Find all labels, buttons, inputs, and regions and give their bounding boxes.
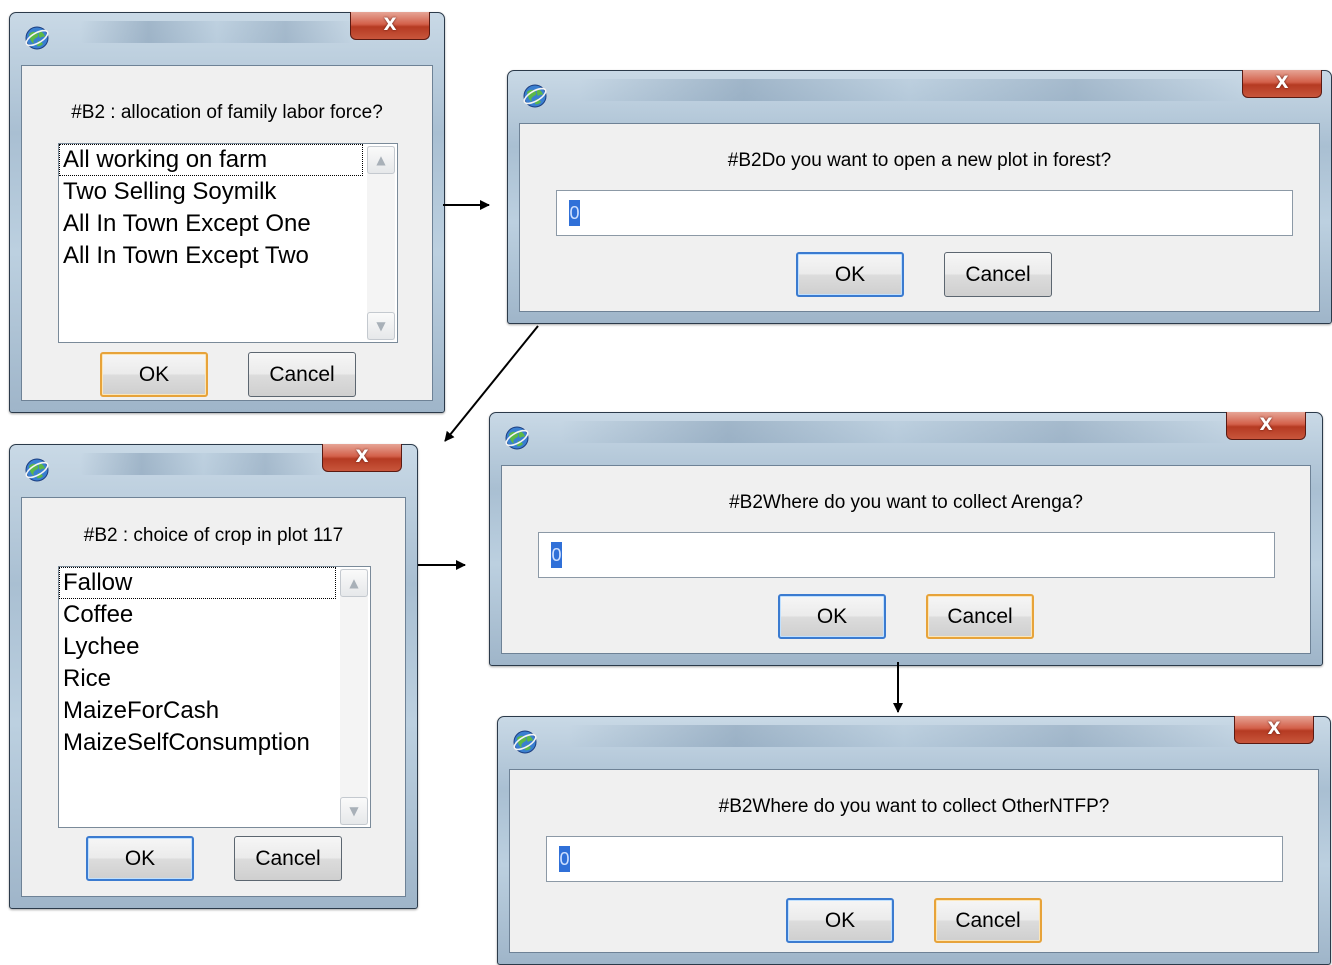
chevron-down-icon[interactable]: ▼ <box>367 312 395 340</box>
cancel-button[interactable]: Cancel <box>926 594 1034 639</box>
forest-dialog: X #B2Do you want to open a new plot in f… <box>507 70 1332 324</box>
dialog-body: #B2Do you want to open a new plot in for… <box>519 123 1320 312</box>
close-icon: X <box>355 447 369 467</box>
close-button[interactable]: X <box>350 12 430 40</box>
close-icon: X <box>1259 415 1273 435</box>
dialog-prompt: #B2Where do you want to collect OtherNTF… <box>718 796 1110 817</box>
close-icon: X <box>1267 719 1281 739</box>
dialog-body: #B2Where do you want to collect OtherNTF… <box>509 769 1319 953</box>
selected-value: 0 <box>559 846 570 872</box>
dialog-prompt: #B2Where do you want to collect Arenga? <box>729 492 1083 513</box>
list-item[interactable]: All In Town Except One <box>59 208 397 240</box>
cancel-button[interactable]: Cancel <box>944 252 1052 297</box>
ok-button[interactable]: OK <box>786 898 894 943</box>
list-item[interactable]: MaizeForCash <box>59 695 370 727</box>
list-item[interactable]: Fallow <box>59 567 336 599</box>
answer-input[interactable]: 0 <box>546 836 1283 882</box>
ntfp-dialog: X #B2Where do you want to collect OtherN… <box>497 716 1331 965</box>
dialog-body: #B2Where do you want to collect Arenga? … <box>501 465 1311 654</box>
ok-button[interactable]: OK <box>86 836 194 881</box>
globe-app-icon <box>24 458 50 482</box>
scrollbar[interactable]: ▲ ▼ <box>340 569 368 825</box>
answer-input[interactable]: 0 <box>538 532 1275 578</box>
chevron-up-icon[interactable]: ▲ <box>367 146 395 174</box>
globe-app-icon <box>504 426 530 450</box>
chevron-up-icon[interactable]: ▲ <box>340 569 368 597</box>
scrollbar[interactable]: ▲ ▼ <box>367 146 395 340</box>
ok-button[interactable]: OK <box>778 594 886 639</box>
list-item[interactable]: All In Town Except Two <box>59 240 397 272</box>
close-button[interactable]: X <box>1226 412 1306 440</box>
selected-value: 0 <box>551 542 562 568</box>
cancel-button[interactable]: Cancel <box>248 352 356 397</box>
close-button[interactable]: X <box>322 444 402 472</box>
globe-app-icon <box>522 84 548 108</box>
ok-button[interactable]: OK <box>796 252 904 297</box>
close-icon: X <box>1275 73 1289 93</box>
crop-listbox[interactable]: Fallow Coffee Lychee Rice MaizeForCash M… <box>58 566 371 828</box>
list-item[interactable]: Two Selling Soymilk <box>59 176 397 208</box>
globe-app-icon <box>24 26 50 50</box>
close-button[interactable]: X <box>1242 70 1322 98</box>
cancel-button[interactable]: Cancel <box>934 898 1042 943</box>
dialog-body: #B2 : choice of crop in plot 117 Fallow … <box>21 497 406 897</box>
list-item[interactable]: MaizeSelfConsumption <box>59 727 370 759</box>
dialog-prompt: #B2Do you want to open a new plot in for… <box>727 150 1112 171</box>
globe-app-icon <box>512 730 538 754</box>
close-icon: X <box>383 15 397 35</box>
chevron-down-icon[interactable]: ▼ <box>340 797 368 825</box>
arenga-dialog: X #B2Where do you want to collect Arenga… <box>489 412 1323 666</box>
dialog-prompt: #B2 : choice of crop in plot 117 <box>83 525 344 546</box>
cancel-button[interactable]: Cancel <box>234 836 342 881</box>
close-button[interactable]: X <box>1234 716 1314 744</box>
list-item[interactable]: All working on farm <box>59 144 363 176</box>
list-item[interactable]: Lychee <box>59 631 370 663</box>
labor-dialog: X #B2 : allocation of family labor force… <box>9 12 445 413</box>
ok-button[interactable]: OK <box>100 352 208 397</box>
dialog-prompt: #B2 : allocation of family labor force? <box>71 102 383 123</box>
labor-listbox[interactable]: All working on farm Two Selling Soymilk … <box>58 143 398 343</box>
crop-dialog: X #B2 : choice of crop in plot 117 Fallo… <box>9 444 418 909</box>
list-item[interactable]: Rice <box>59 663 370 695</box>
selected-value: 0 <box>569 200 580 226</box>
dialog-body: #B2 : allocation of family labor force? … <box>21 65 433 401</box>
answer-input[interactable]: 0 <box>556 190 1293 236</box>
list-item[interactable]: Coffee <box>59 599 370 631</box>
